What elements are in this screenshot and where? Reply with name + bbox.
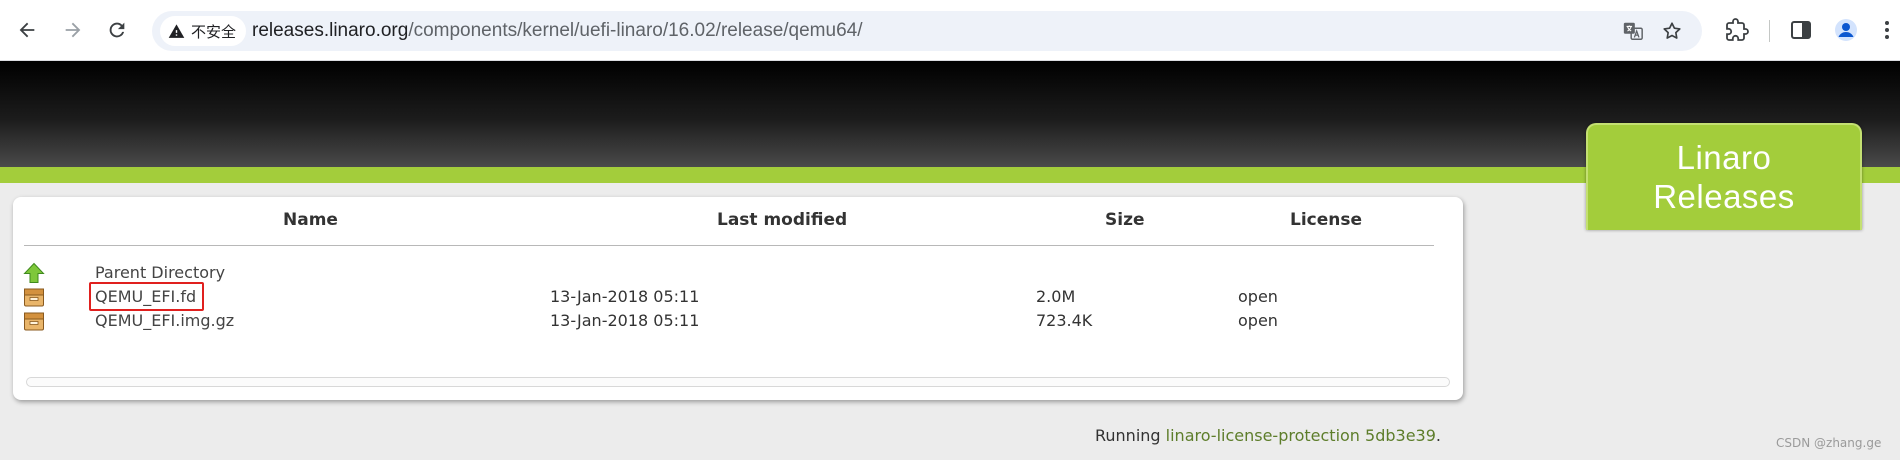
table-row-parent: Parent Directory bbox=[13, 261, 1463, 285]
column-header-license[interactable]: License bbox=[1290, 210, 1362, 230]
cell-license: open bbox=[1238, 287, 1278, 306]
header-divider bbox=[24, 245, 1434, 246]
file-link[interactable]: QEMU_EFI.img.gz bbox=[95, 311, 234, 330]
url-host: releases.linaro.org bbox=[252, 20, 409, 41]
cell-modified: 13-Jan-2018 05:11 bbox=[550, 311, 700, 330]
back-button[interactable] bbox=[9, 12, 45, 48]
menu-button[interactable] bbox=[1872, 15, 1900, 45]
column-header-size[interactable]: Size bbox=[1105, 210, 1145, 230]
footer-suffix: . bbox=[1435, 426, 1441, 445]
up-arrow-icon bbox=[23, 262, 45, 283]
arrow-right-icon bbox=[65, 22, 81, 38]
watermark: CSDN @zhang.ge bbox=[1776, 436, 1882, 450]
url-text[interactable]: releases.linaro.org/components/kernel/ue… bbox=[252, 20, 862, 42]
column-header-last-modified[interactable]: Last modified bbox=[717, 210, 847, 230]
puzzle-icon bbox=[1726, 18, 1749, 41]
file-link[interactable]: QEMU_EFI.fd bbox=[95, 287, 196, 306]
cell-size: 723.4K bbox=[1036, 311, 1093, 330]
side-panel-button[interactable] bbox=[1786, 15, 1816, 45]
cell-size: 2.0M bbox=[1036, 287, 1076, 306]
column-header-name[interactable]: Name bbox=[283, 210, 338, 230]
security-label: 不安全 bbox=[191, 22, 237, 41]
url-path: /components/kernel/uefi-linaro/16.02/rel… bbox=[408, 20, 863, 41]
cell-license: open bbox=[1238, 311, 1278, 330]
reload-icon bbox=[109, 22, 125, 38]
extensions-button[interactable] bbox=[1722, 15, 1752, 45]
directory-listing: Name Last modified Size License Parent D… bbox=[13, 197, 1463, 400]
parent-directory-link[interactable]: Parent Directory bbox=[95, 263, 225, 282]
file-box-icon bbox=[24, 288, 44, 307]
profile-button[interactable] bbox=[1831, 15, 1861, 45]
footer-text: Running linaro-license-protection 5db3e3… bbox=[1095, 426, 1441, 445]
file-box-icon bbox=[24, 312, 44, 331]
side-panel-icon bbox=[1791, 21, 1811, 39]
arrow-left-icon bbox=[19, 22, 35, 38]
cell-modified: 13-Jan-2018 05:11 bbox=[550, 287, 700, 306]
logo-line-2: Releases bbox=[1653, 178, 1795, 215]
license-protection-link[interactable]: linaro-license-protection 5db3e39 bbox=[1166, 426, 1436, 445]
linaro-releases-logo[interactable]: Linaro Releases bbox=[1586, 123, 1862, 230]
translate-icon bbox=[1623, 22, 1643, 40]
address-bar[interactable]: 不安全 releases.linaro.org/components/kerne… bbox=[152, 11, 1702, 51]
table-row: QEMU_EFI.fd 13-Jan-2018 05:11 2.0M open bbox=[13, 282, 1463, 311]
logo-line-1: Linaro bbox=[1676, 139, 1772, 176]
kebab-menu-icon bbox=[1885, 21, 1889, 39]
toolbar-separator bbox=[1769, 20, 1770, 42]
star-icon bbox=[1663, 22, 1681, 39]
bookmark-button[interactable] bbox=[1659, 18, 1685, 44]
horizontal-scrollbar[interactable] bbox=[26, 377, 1450, 387]
table-row: QEMU_EFI.img.gz 13-Jan-2018 05:11 723.4K… bbox=[13, 309, 1463, 333]
warning-icon bbox=[168, 23, 185, 38]
browser-toolbar: 不安全 releases.linaro.org/components/kerne… bbox=[0, 0, 1900, 61]
forward-button[interactable] bbox=[55, 12, 91, 48]
reload-button[interactable] bbox=[99, 12, 135, 48]
security-chip[interactable]: 不安全 bbox=[160, 16, 247, 46]
avatar-icon bbox=[1835, 19, 1857, 41]
translate-button[interactable] bbox=[1620, 18, 1646, 44]
footer-prefix: Running bbox=[1095, 426, 1166, 445]
